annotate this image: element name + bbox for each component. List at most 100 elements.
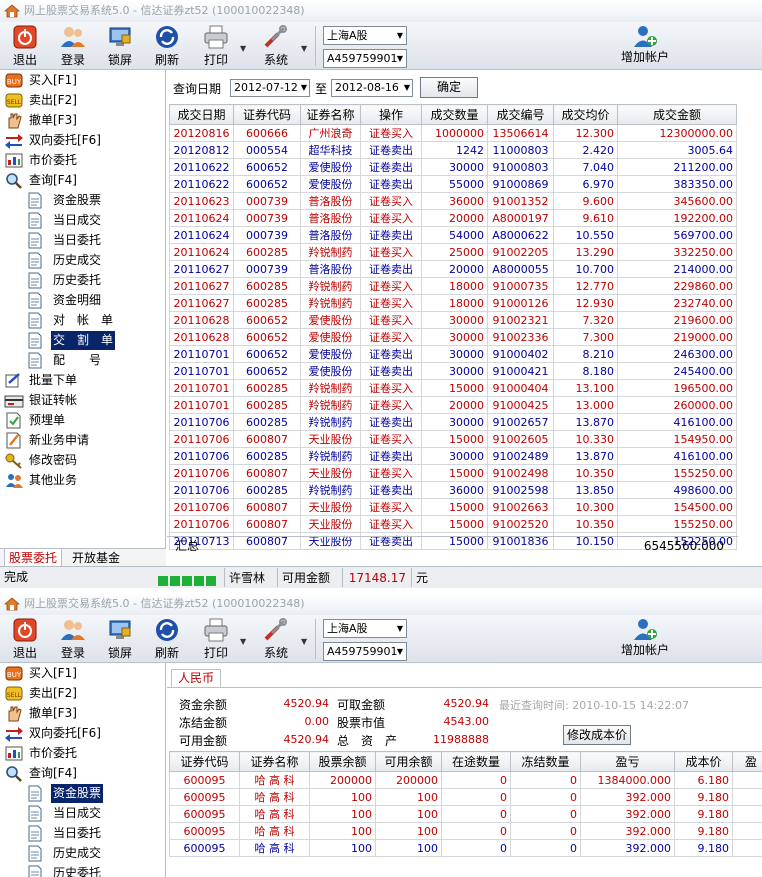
end-date-picker[interactable]: 2012-08-16 ▼ bbox=[331, 79, 413, 97]
table-cell: 普洛股份 bbox=[300, 192, 361, 210]
column-header[interactable]: 成交数量 bbox=[421, 104, 488, 125]
table-row[interactable]: 20110624 000739 普洛股份 证卷卖出 54000 A8000622 10.55… bbox=[169, 226, 737, 244]
table-row[interactable]: 20110706 600285 羚锐制药 证卷卖出 30000 91002657 13.87… bbox=[169, 413, 737, 431]
column-header[interactable]: 证券代码 bbox=[233, 104, 301, 125]
column-header[interactable]: 盈 bbox=[732, 751, 762, 772]
table-row[interactable]: 20110706 600285 羚锐制药 证卷卖出 30000 91002489 13.87… bbox=[169, 447, 737, 465]
login-button[interactable]: 登录 bbox=[54, 24, 92, 68]
toolbar-separator bbox=[315, 619, 316, 659]
column-header[interactable]: 盈亏 bbox=[580, 751, 675, 772]
column-header[interactable]: 股票余额 bbox=[309, 751, 376, 772]
refresh-button[interactable]: 刷新 bbox=[148, 24, 186, 68]
market-select[interactable]: 上海A股 ▼ bbox=[323, 619, 407, 638]
table-cell: 10.550 bbox=[553, 226, 618, 244]
table-row[interactable]: 20110706 600807 天业股份 证卷买入 15000 91002520 10.35… bbox=[169, 515, 737, 533]
sidebar-bottom-tabs: 股票委托 开放基金 bbox=[0, 548, 166, 567]
system-dropdown-caret[interactable]: ▼ bbox=[301, 637, 307, 646]
table-row[interactable]: 20110627 000739 普洛股份 证卷卖出 20000 A8000055 10.70… bbox=[169, 260, 737, 278]
print-button[interactable]: 打印 bbox=[196, 24, 236, 68]
column-header[interactable]: 成交编号 bbox=[487, 104, 554, 125]
exit-button[interactable]: 退出 bbox=[6, 617, 44, 661]
column-header[interactable]: 成交日期 bbox=[169, 104, 234, 125]
table-row[interactable]: 20110622 600652 爱使股份 证卷卖出 55000 91000869 6.970… bbox=[169, 175, 737, 193]
account-select[interactable]: A459759901 ▼ bbox=[323, 49, 407, 68]
table-cell: 证卷买入 bbox=[360, 209, 422, 227]
table-row[interactable]: 20110701 600285 羚锐制药 证卷买入 20000 91000425 13.00… bbox=[169, 396, 737, 414]
fund-balance-label: 资金余额 bbox=[179, 698, 228, 712]
modify-cost-button[interactable]: 修改成本价 bbox=[563, 725, 631, 745]
column-header[interactable]: 成本价 bbox=[674, 751, 733, 772]
login-icon bbox=[61, 620, 85, 640]
available-amount-value: 4520.94 bbox=[283, 733, 330, 746]
tools-icon bbox=[264, 618, 287, 641]
table-row[interactable]: 20120816 600666 广州浪奇 证卷买入 1000000 13506614 12.… bbox=[169, 124, 737, 142]
login-button[interactable]: 登录 bbox=[54, 617, 92, 661]
table-row[interactable]: 20110628 600652 爱使股份 证卷买入 30000 91002336 7.300… bbox=[169, 328, 737, 346]
table-cell: 12.300 bbox=[553, 124, 618, 142]
lock-screen-button[interactable]: 锁屏 bbox=[101, 617, 139, 661]
account-select[interactable]: A459759901 ▼ bbox=[323, 642, 407, 661]
column-header[interactable]: 成交金额 bbox=[617, 104, 737, 125]
table-row[interactable]: 20110622 600652 爱使股份 证卷卖出 30000 91000803 7.040… bbox=[169, 158, 737, 176]
tab-rmb[interactable]: 人民币 bbox=[171, 669, 222, 687]
table-cell: 25000 bbox=[421, 243, 488, 261]
column-header[interactable]: 证券代码 bbox=[169, 751, 240, 772]
confirm-button[interactable]: 确定 bbox=[420, 77, 478, 98]
system-dropdown-caret[interactable]: ▼ bbox=[301, 44, 307, 53]
table-cell: 200000 bbox=[309, 771, 376, 789]
table-cell: 30000 bbox=[421, 447, 488, 465]
start-date-picker[interactable]: 2012-07-12 ▼ bbox=[230, 79, 310, 97]
table-row[interactable]: 20110701 600652 爱使股份 证卷卖出 30000 91000402 8.210… bbox=[169, 345, 737, 363]
column-header[interactable]: 操作 bbox=[360, 104, 422, 125]
sidebar-item-label: 查询[F4] bbox=[29, 766, 77, 780]
table-cell: 10.350 bbox=[553, 464, 618, 482]
table-row[interactable]: 20110624 000739 普洛股份 证卷买入 20000 A8000197 9.610… bbox=[169, 209, 737, 227]
market-select[interactable]: 上海A股 ▼ bbox=[323, 26, 407, 45]
print-button[interactable]: 打印 bbox=[196, 617, 236, 661]
table-row[interactable]: 20110627 600285 羚锐制药 证卷买入 18000 91000126 12.93… bbox=[169, 294, 737, 312]
table-cell: 20110706 bbox=[169, 498, 234, 516]
column-header[interactable]: 可用余额 bbox=[375, 751, 442, 772]
table-row[interactable]: 600095 哈 高 科 200000 200000 0 0 1384000.000 6.18… bbox=[169, 771, 762, 789]
summary-row: 汇总 6545560.000 bbox=[167, 536, 738, 554]
add-account-button[interactable]: 增加帐户 bbox=[612, 617, 678, 658]
print-dropdown-caret[interactable]: ▼ bbox=[240, 637, 246, 646]
table-row[interactable]: 20110706 600807 天业股份 证卷买入 15000 91002663 10.30… bbox=[169, 498, 737, 516]
table-row[interactable]: 600095 哈 高 科 100 100 0 0 392.000 9.180 bbox=[169, 788, 762, 806]
table-row[interactable]: 20110706 600285 羚锐制药 证卷卖出 36000 91002598 13.85… bbox=[169, 481, 737, 499]
column-header[interactable]: 冻结数量 bbox=[510, 751, 581, 772]
lock-screen-button[interactable]: 锁屏 bbox=[101, 24, 139, 68]
table-cell: 600095 bbox=[169, 839, 240, 857]
table-row[interactable]: 600095 哈 高 科 100 100 0 0 392.000 9.180 bbox=[169, 805, 762, 823]
column-header[interactable]: 证券名称 bbox=[300, 104, 361, 125]
stock-market-value-value: 4543.00 bbox=[443, 715, 490, 728]
print-dropdown-caret[interactable]: ▼ bbox=[240, 44, 246, 53]
table-row[interactable]: 20110701 600652 爱使股份 证卷卖出 30000 91000421 8.180… bbox=[169, 362, 737, 380]
table-row[interactable]: 20110623 000739 普洛股份 证卷买入 36000 91001352 9.600… bbox=[169, 192, 737, 210]
add-account-button[interactable]: 增加帐户 bbox=[612, 24, 678, 65]
column-header[interactable]: 成交均价 bbox=[553, 104, 618, 125]
table-row[interactable]: 20120812 000554 超华科技 证卷卖出 1242 11000803 2.420 3… bbox=[169, 141, 737, 159]
table-cell: 证卷卖出 bbox=[360, 141, 422, 159]
system-button[interactable]: 系统 bbox=[256, 24, 296, 68]
refresh-button[interactable]: 刷新 bbox=[148, 617, 186, 661]
sell-icon: SELL bbox=[5, 686, 23, 701]
system-button[interactable]: 系统 bbox=[256, 617, 296, 661]
table-row[interactable]: 20110627 600285 羚锐制药 证卷买入 18000 91000735 12.77… bbox=[169, 277, 737, 295]
title-bar: 网上股票交易系统5.0 - 信达证券zt52 (100010022348) bbox=[0, 593, 762, 615]
query-bar: 查询日期 2012-07-12 ▼ 至 2012-08-16 ▼ 确定 bbox=[167, 70, 738, 104]
table-cell: 15000 bbox=[421, 515, 488, 533]
tab-open-fund[interactable]: 开放基金 bbox=[68, 549, 124, 567]
table-row[interactable]: 600095 哈 高 科 100 100 0 0 392.000 9.180 bbox=[169, 839, 762, 857]
column-header[interactable]: 在途数量 bbox=[441, 751, 511, 772]
table-row[interactable]: 20110701 600285 羚锐制药 证卷买入 15000 91000404 13.10… bbox=[169, 379, 737, 397]
exit-button[interactable]: 退出 bbox=[6, 24, 44, 68]
tab-stock-order[interactable]: 股票委托 bbox=[4, 549, 63, 567]
table-row[interactable]: 20110706 600807 天业股份 证卷买入 15000 91002498 10.35… bbox=[169, 464, 737, 482]
table-row[interactable]: 600095 哈 高 科 100 100 0 0 392.000 9.180 bbox=[169, 822, 762, 840]
column-header[interactable]: 证券名称 bbox=[239, 751, 310, 772]
table-row[interactable]: 20110624 600285 羚锐制药 证卷买入 25000 91002205 13.29… bbox=[169, 243, 737, 261]
table-row[interactable]: 20110706 600807 天业股份 证卷买入 15000 91002605 10.33… bbox=[169, 430, 737, 448]
table-row[interactable]: 20110628 600652 爱使股份 证卷买入 30000 91002321 7.320… bbox=[169, 311, 737, 329]
table-cell: 爱使股份 bbox=[300, 175, 361, 193]
